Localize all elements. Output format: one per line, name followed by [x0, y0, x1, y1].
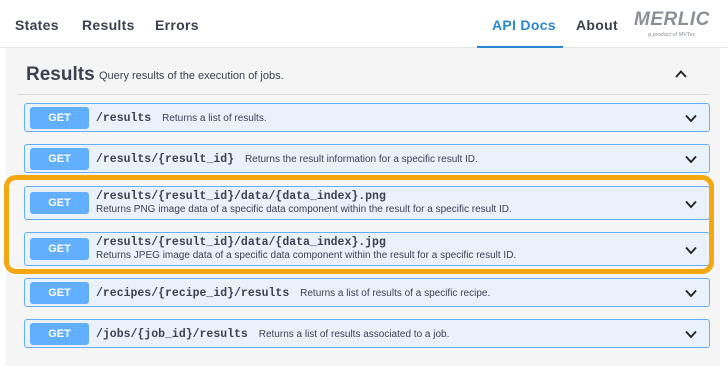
brand-name: MERLIC	[634, 9, 710, 30]
operation-get-results[interactable]: GET /results Returns a list of results.	[24, 103, 710, 132]
method-badge: GET	[30, 192, 89, 214]
operation-summary: Returns JPEG image data of a specific da…	[96, 250, 517, 261]
method-badge: GET	[30, 238, 89, 260]
nav-api-docs[interactable]: API Docs	[492, 17, 556, 33]
method-badge: GET	[30, 323, 89, 345]
nav-errors[interactable]: Errors	[155, 17, 199, 33]
operation-get-job-results[interactable]: GET /jobs/{job_id}/results Returns a lis…	[24, 319, 710, 348]
section-title: Results	[26, 64, 95, 85]
brand-subtitle: a product of MVTec	[648, 32, 696, 38]
operation-path: /results/{result_id}/data/{data_index}.p…	[96, 190, 386, 203]
operation-summary: Returns a list of results.	[162, 113, 267, 124]
operation-get-recipe-results[interactable]: GET /recipes/{recipe_id}/results Returns…	[24, 278, 710, 307]
operation-summary: Returns a list of results of a specific …	[300, 288, 491, 299]
chevron-down-icon[interactable]	[684, 197, 698, 211]
chevron-down-icon[interactable]	[684, 152, 698, 166]
operation-summary: Returns the result information for a spe…	[244, 154, 478, 165]
section-header[interactable]: Results Query results of the execution o…	[18, 57, 708, 95]
merlic-logo: MERLIC a product of MVTec	[634, 9, 716, 41]
operation-path: /results Returns a list of results.	[96, 112, 267, 125]
nav-results[interactable]: Results	[82, 17, 135, 33]
method-badge: GET	[30, 148, 89, 170]
operation-get-result-data-jpg[interactable]: GET /results/{result_id}/data/{data_inde…	[24, 232, 710, 266]
top-nav: States Results Errors API Docs About MER…	[0, 0, 728, 48]
operation-path: /jobs/{job_id}/results Returns a list of…	[96, 328, 450, 341]
chevron-down-icon[interactable]	[684, 286, 698, 300]
chevron-down-icon[interactable]	[684, 243, 698, 257]
operation-summary: Returns a list of results associated to …	[258, 329, 450, 340]
nav-about[interactable]: About	[576, 17, 618, 33]
method-badge: GET	[30, 282, 89, 304]
operation-path: /recipes/{recipe_id}/results Returns a l…	[96, 287, 491, 300]
chevron-down-icon[interactable]	[684, 111, 698, 125]
operation-get-result-data-png[interactable]: GET /results/{result_id}/data/{data_inde…	[24, 186, 710, 220]
nav-states[interactable]: States	[15, 17, 59, 33]
chevron-down-icon[interactable]	[684, 327, 698, 341]
operation-path: /results/{result_id}/data/{data_index}.j…	[96, 236, 386, 249]
chevron-up-icon[interactable]	[674, 67, 688, 81]
operation-get-result-by-id[interactable]: GET /results/{result_id} Returns the res…	[24, 144, 710, 173]
section-description: Query results of the execution of jobs.	[99, 70, 284, 82]
results-section: Results Query results of the execution o…	[6, 48, 720, 366]
operation-path: /results/{result_id} Returns the result …	[96, 153, 478, 166]
operation-summary: Returns PNG image data of a specific dat…	[96, 204, 512, 215]
method-badge: GET	[30, 107, 89, 129]
